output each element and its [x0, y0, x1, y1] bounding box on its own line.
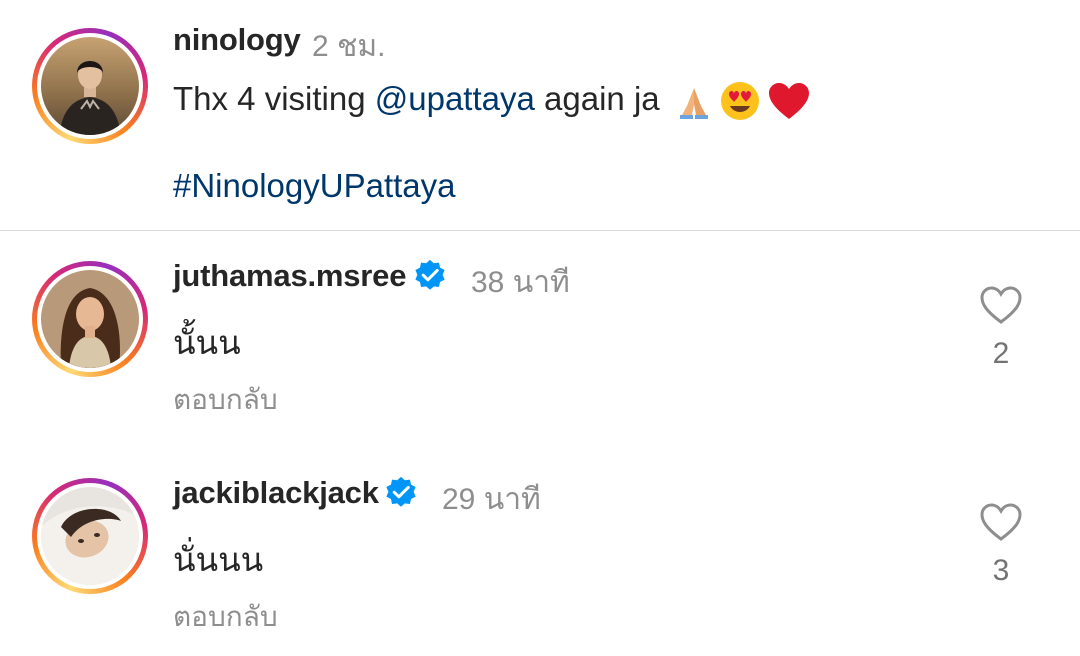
commenter-avatar-image — [41, 487, 139, 585]
commenter-username[interactable]: jackiblackjack — [173, 475, 379, 511]
folded-hands-emoji — [679, 88, 708, 120]
author-avatar-image — [41, 37, 139, 135]
verified-badge-icon — [415, 259, 445, 290]
red-heart-emoji — [768, 83, 809, 120]
like-heart-icon[interactable] — [979, 285, 1023, 325]
commenter-avatar[interactable] — [32, 261, 148, 377]
author-username[interactable]: ninology — [173, 22, 301, 58]
comment-text: นั่นนน — [173, 541, 264, 578]
heart-eyes-emoji — [720, 82, 759, 121]
reply-button[interactable]: ตอบกลับ — [173, 595, 278, 639]
post-caption: ninology 2 ชม. Thx 4 visiting @upattaya … — [0, 0, 1080, 230]
mention-link[interactable]: @upattaya — [375, 80, 535, 117]
comment-timestamp: 29 นาที — [442, 483, 541, 516]
like-count: 2 — [992, 337, 1010, 370]
author-avatar[interactable] — [32, 28, 148, 144]
post-timestamp: 2 ชม. — [312, 30, 386, 63]
hashtag-link[interactable]: #NinologyUPattaya — [173, 167, 456, 205]
reply-button[interactable]: ตอบกลับ — [173, 378, 278, 422]
commenter-avatar[interactable] — [32, 478, 148, 594]
verified-badge-icon — [386, 476, 416, 507]
like-heart-icon[interactable] — [979, 502, 1023, 542]
comment-text: นั้นน — [173, 324, 241, 361]
caption-text-before: Thx 4 visiting — [173, 80, 375, 117]
like-count: 3 — [992, 554, 1010, 587]
caption-text: Thx 4 visiting @upattaya again ja — [173, 80, 811, 122]
caption-text-after: again ja — [534, 80, 660, 117]
divider — [0, 230, 1080, 231]
comment-timestamp: 38 นาที — [471, 266, 570, 299]
commenter-username[interactable]: juthamas.msree — [173, 258, 406, 294]
commenter-avatar-image — [41, 270, 139, 368]
